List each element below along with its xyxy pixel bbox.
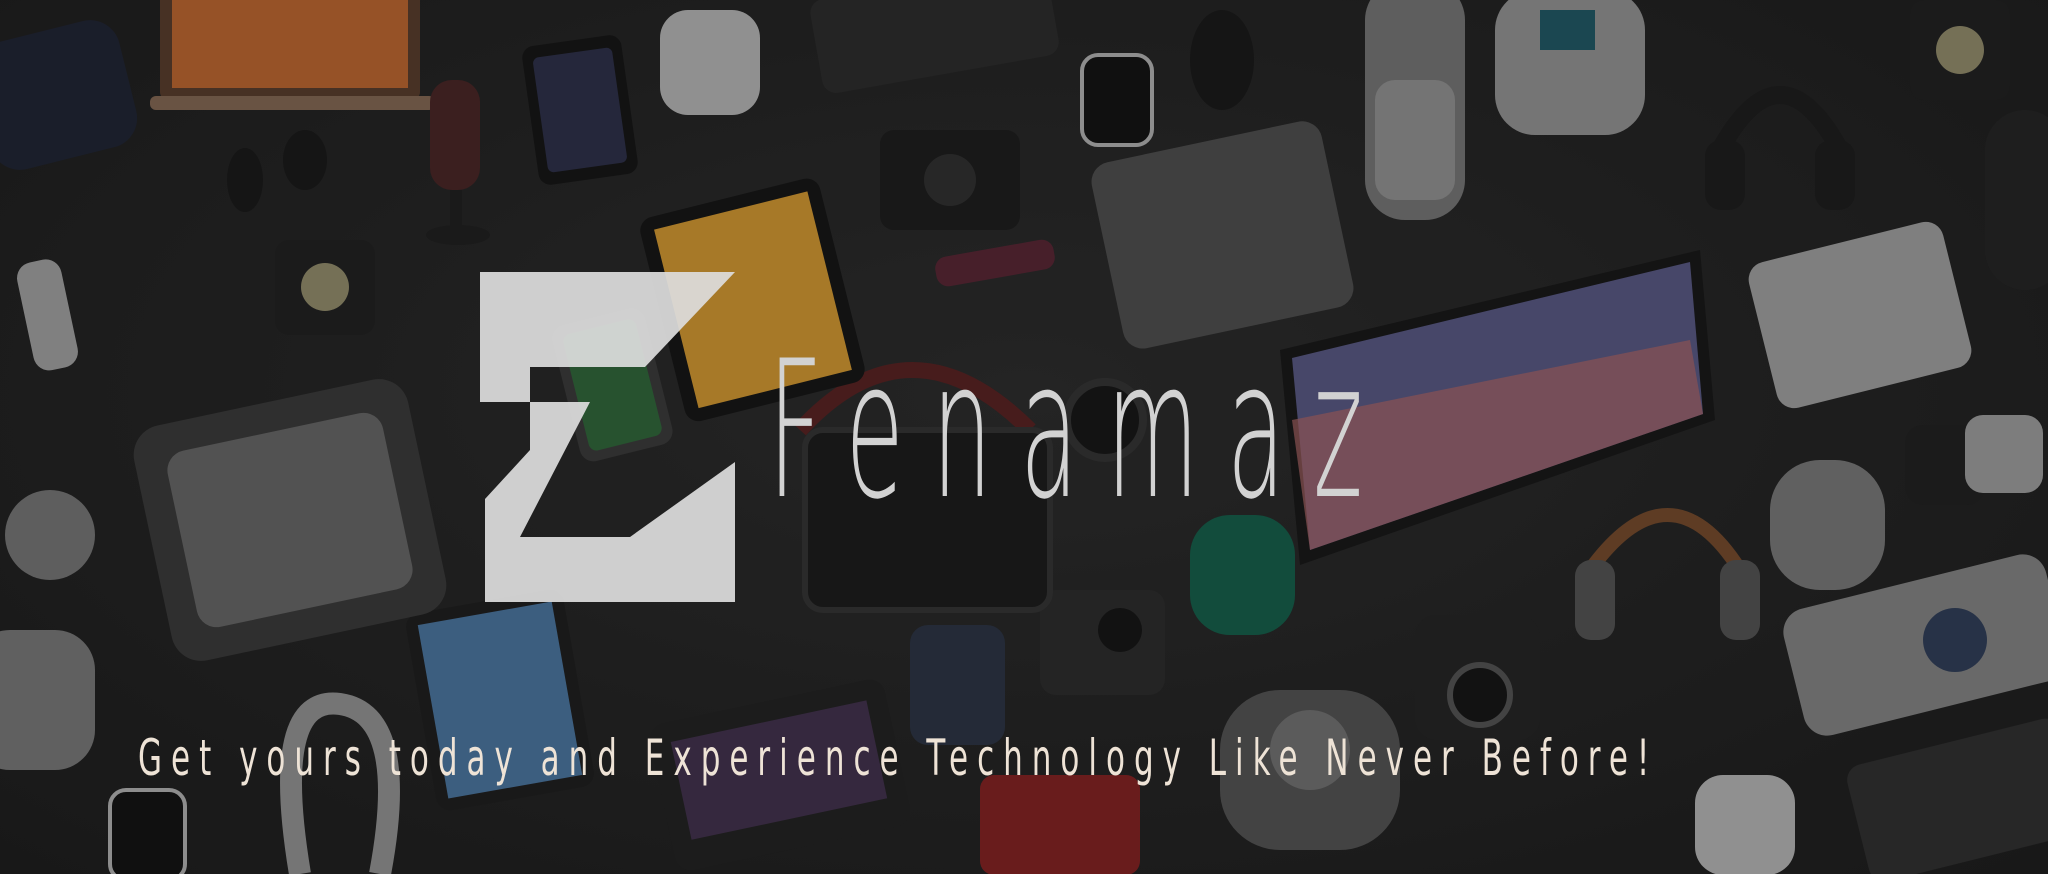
hero-tagline: Get yours today and Experience Technolog… (138, 729, 1659, 787)
fenamaz-logo-icon (480, 272, 735, 602)
brand-name: Fenamaz (768, 320, 1391, 541)
hero-banner: Fenamaz Get yours today and Experience T… (0, 0, 2048, 874)
